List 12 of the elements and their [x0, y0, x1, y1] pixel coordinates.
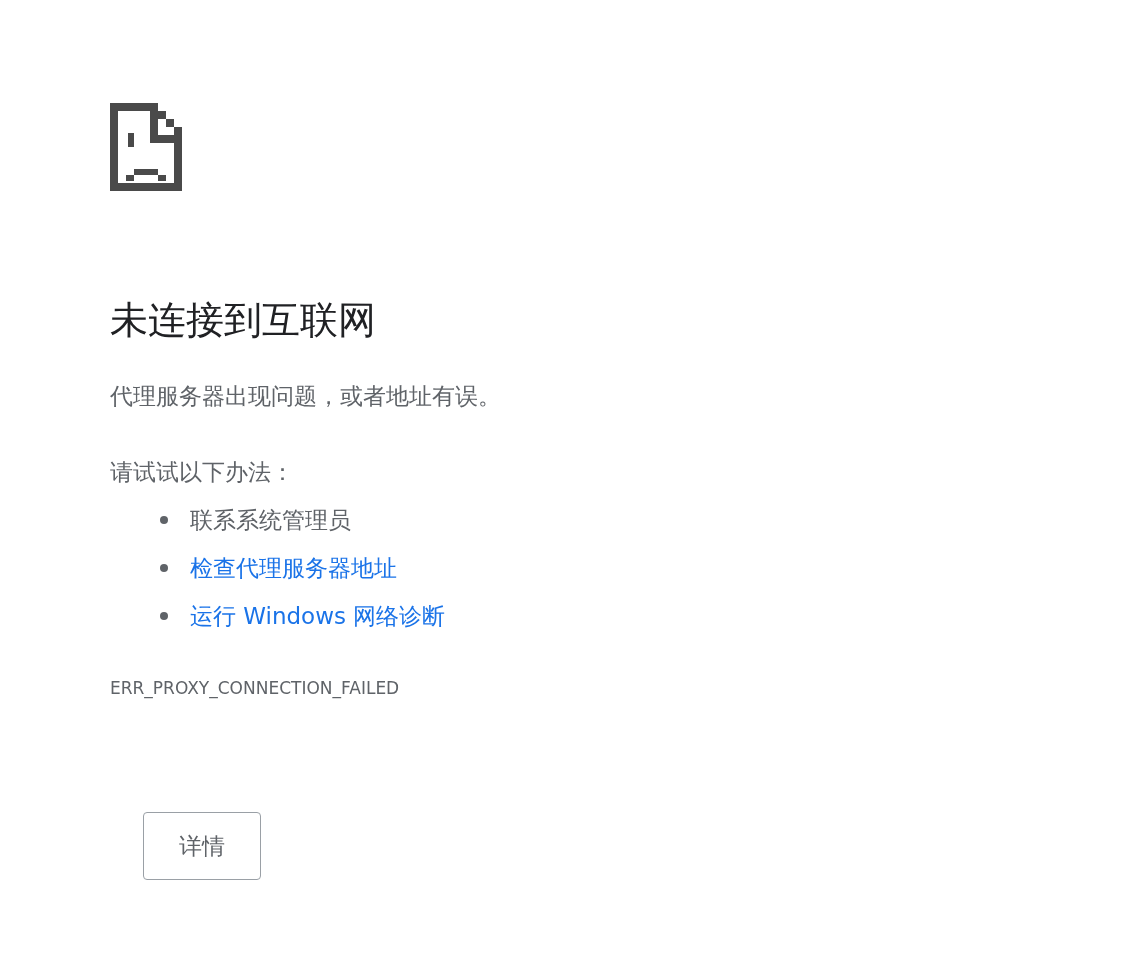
details-button[interactable]: 详情 — [143, 812, 261, 880]
bullet-icon — [160, 564, 168, 572]
error-description: 代理服务器出现问题，或者地址有误。 — [110, 382, 502, 411]
suggestion-text: 联系系统管理员 — [190, 505, 351, 535]
error-title: 未连接到互联网 — [110, 297, 377, 344]
sad-page-icon — [110, 103, 182, 191]
suggestions-heading: 请试试以下办法： — [110, 458, 295, 487]
suggestion-link[interactable]: 运行 Windows 网络诊断 — [190, 600, 446, 632]
bullet-icon — [160, 612, 168, 620]
suggestion-link[interactable]: 检查代理服务器地址 — [190, 552, 397, 584]
error-code: ERR_PROXY_CONNECTION_FAILED — [110, 678, 401, 698]
bullet-icon — [160, 516, 168, 524]
